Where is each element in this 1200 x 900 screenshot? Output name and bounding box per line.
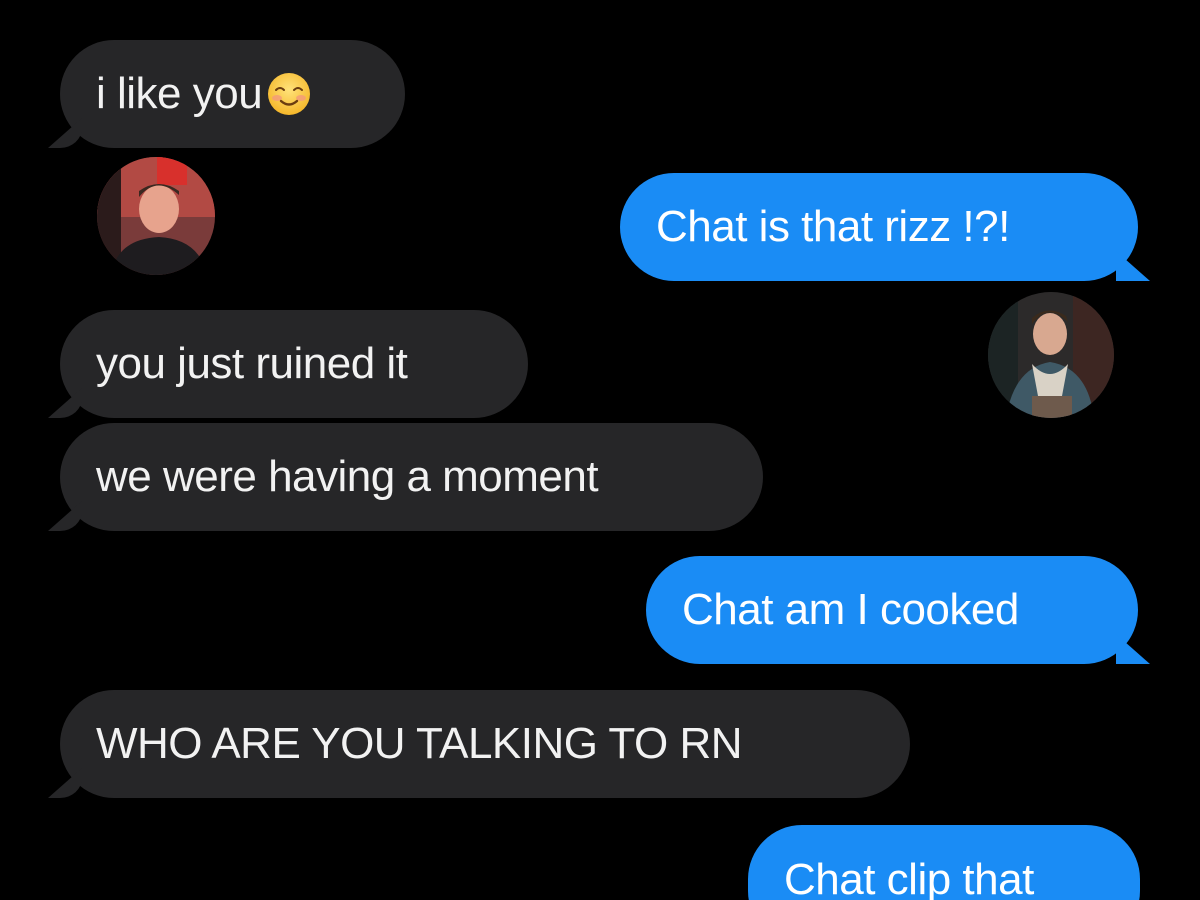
profile-photo-icon bbox=[97, 157, 215, 275]
avatar-person-right[interactable] bbox=[988, 292, 1114, 418]
message-sent[interactable]: Chat is that rizz !?! bbox=[620, 173, 1138, 281]
message-received[interactable]: WHO ARE YOU TALKING TO RN bbox=[60, 690, 910, 798]
avatar-person-left[interactable] bbox=[97, 157, 215, 275]
message-text: we were having a moment bbox=[96, 452, 599, 501]
message-received[interactable]: we were having a moment bbox=[60, 423, 763, 531]
message-sent[interactable]: Chat clip that bbox=[748, 825, 1140, 900]
message-text: Chat is that rizz !?! bbox=[656, 202, 1010, 251]
blushing-smile-emoji-icon bbox=[268, 73, 311, 115]
profile-photo-icon bbox=[988, 292, 1114, 418]
message-text: Chat am I cooked bbox=[682, 585, 1019, 634]
message-text: i like you bbox=[96, 69, 263, 118]
message-text: you just ruined it bbox=[96, 339, 408, 388]
message-thread: i like you Chat is that rizz !?! you jus… bbox=[0, 0, 1200, 900]
message-sent[interactable]: Chat am I cooked bbox=[646, 556, 1138, 664]
message-text: Chat clip that bbox=[784, 855, 1034, 900]
message-received[interactable]: you just ruined it bbox=[60, 310, 528, 418]
message-received[interactable]: i like you bbox=[60, 40, 405, 148]
message-text: WHO ARE YOU TALKING TO RN bbox=[96, 719, 743, 768]
